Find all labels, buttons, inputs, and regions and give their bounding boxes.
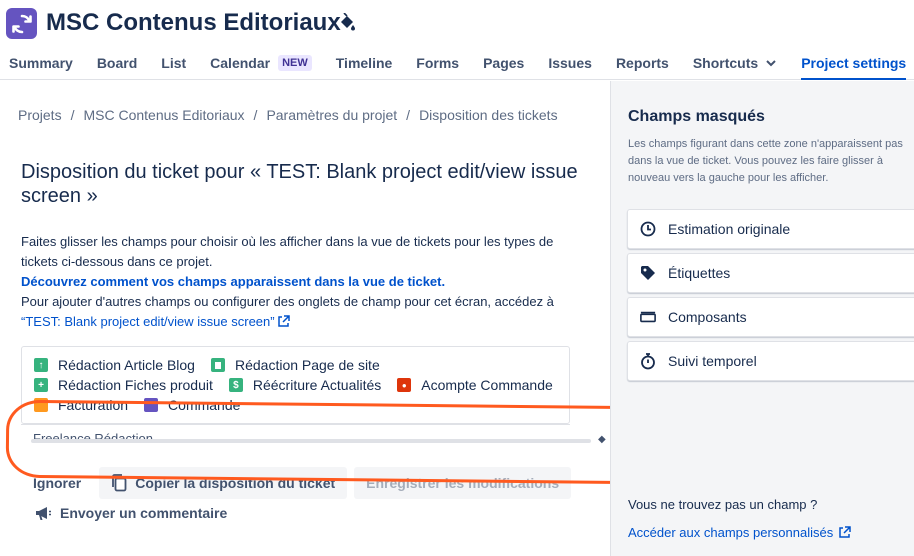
- plus-icon: +: [34, 378, 48, 392]
- hidden-fields-title: Champs masqués: [628, 108, 765, 125]
- breadcrumb-separator: /: [253, 107, 258, 123]
- paint-bucket-icon[interactable]: [338, 13, 356, 33]
- megaphone-icon: [36, 507, 51, 520]
- issue-view-help-link[interactable]: Découvrez comment vos champs apparaissen…: [21, 272, 581, 292]
- issue-type-item: ↑ Rédaction Article Blog: [34, 357, 195, 373]
- refresh-icon: [11, 14, 32, 33]
- tab-label: Issues: [548, 55, 592, 71]
- tab-timeline[interactable]: Timeline: [336, 46, 393, 80]
- hidden-fields-description: Les champs figurant dans cette zone n'ap…: [628, 138, 903, 184]
- project-title: MSC Contenus Editoriaux: [46, 9, 341, 36]
- annotation-circle: [5, 399, 657, 485]
- custom-fields-link[interactable]: Accéder aux champs personnalisés: [628, 525, 851, 540]
- story-icon: ↑: [34, 358, 48, 372]
- tab-shortcuts[interactable]: Shortcuts: [693, 46, 777, 80]
- tab-forms[interactable]: Forms: [416, 46, 459, 80]
- tab-label: Pages: [483, 55, 525, 71]
- tab-label: Shortcuts: [692, 55, 759, 71]
- stopwatch-icon: [640, 352, 656, 369]
- send-feedback-label: Envoyer un commentaire: [60, 505, 228, 521]
- custom-fields-link-label: Accéder aux champs personnalisés: [628, 525, 834, 540]
- hidden-fields-panel: Champs masqués Les champs figurant dans …: [610, 81, 914, 556]
- page-description: Faites glisser les champs pour choisir o…: [21, 232, 581, 332]
- tab-label: Calendar: [210, 55, 271, 71]
- tab-issues[interactable]: Issues: [548, 46, 592, 80]
- tab-label: Timeline: [335, 55, 393, 71]
- clock-icon: [640, 221, 656, 237]
- hidden-field-labels[interactable]: Étiquettes: [627, 253, 914, 293]
- tab-label: List: [161, 55, 187, 71]
- bookmark-icon: [210, 358, 225, 372]
- send-feedback-button[interactable]: Envoyer un commentaire: [34, 505, 227, 521]
- chevron-down-icon: [766, 60, 776, 67]
- dollar-icon: $: [228, 378, 243, 392]
- description-screen-line: Pour ajouter d'autres champs ou configur…: [21, 292, 581, 332]
- issue-types-row: + Rédaction Fiches produit $ Réécriture Ac…: [34, 377, 569, 393]
- breadcrumb-current: Disposition des tickets: [419, 107, 558, 123]
- tab-label: Board: [96, 55, 138, 71]
- external-link-icon: [839, 526, 851, 538]
- new-badge: NEW: [278, 55, 312, 71]
- breadcrumb-separator: /: [70, 107, 75, 123]
- issue-type-item: Rédaction Page de site: [210, 357, 380, 373]
- component-icon: [640, 309, 656, 325]
- issue-layout-main: Projets / MSC Contenus Editoriaux / Paramètr…: [0, 81, 610, 556]
- description-text: Pour ajouter d'autres champs ou configur…: [21, 294, 554, 309]
- hidden-field-label: Suivi temporel: [668, 353, 757, 369]
- issue-type-item: ● Acompte Commande: [397, 377, 553, 393]
- tab-pages[interactable]: Pages: [483, 46, 524, 80]
- tab-project-settings[interactable]: Project settings: [801, 46, 907, 80]
- tab-label: Project settings: [801, 55, 907, 71]
- issue-type-item: + Rédaction Fiches produit: [34, 377, 213, 393]
- tab-board[interactable]: Board: [97, 46, 137, 80]
- issue-type-label: Rédaction Article Blog: [58, 357, 195, 373]
- project-nav: Summary Board List Calendar NEW Timeline …: [0, 46, 907, 80]
- project-header: MSC Contenus Editoriaux Summary Board Li…: [0, 0, 914, 80]
- breadcrumb-separator: /: [406, 107, 411, 123]
- hidden-field-components[interactable]: Composants: [627, 297, 914, 337]
- screen-link[interactable]: “TEST: Blank project edit/view issue scr…: [21, 314, 275, 329]
- breadcrumb-projects[interactable]: Projets: [18, 107, 62, 123]
- hidden-field-time-tracking[interactable]: Suivi temporel: [627, 341, 914, 381]
- tab-list[interactable]: List: [161, 46, 186, 80]
- page-title: Disposition du ticket pour « TEST: Blank…: [21, 161, 578, 207]
- breadcrumb: Projets / MSC Contenus Editoriaux / Paramètr…: [18, 107, 558, 123]
- hidden-field-original-estimate[interactable]: Estimation originale: [627, 209, 914, 249]
- tab-label: Summary: [9, 55, 73, 71]
- issue-type-label: Rédaction Fiches produit: [58, 377, 213, 393]
- breadcrumb-project[interactable]: MSC Contenus Editoriaux: [83, 107, 244, 123]
- issue-type-item: $ Réécriture Actualités: [228, 377, 382, 393]
- tab-label: Forms: [416, 55, 460, 71]
- issue-types-row: ↑ Rédaction Article Blog Rédaction Page d…: [34, 357, 396, 373]
- breadcrumb-settings[interactable]: Paramètres du projet: [266, 107, 397, 123]
- tab-label: Reports: [615, 55, 669, 71]
- description-text: Faites glisser les champs pour choisir o…: [21, 234, 554, 269]
- tab-reports[interactable]: Reports: [616, 46, 669, 80]
- tab-summary[interactable]: Summary: [9, 46, 73, 80]
- external-link-icon[interactable]: [277, 315, 290, 328]
- hidden-field-label: Estimation originale: [668, 221, 791, 237]
- record-icon: ●: [397, 378, 412, 392]
- project-avatar[interactable]: [6, 8, 37, 39]
- issue-type-label: Acompte Commande: [421, 377, 553, 393]
- issue-type-label: Réécriture Actualités: [252, 377, 382, 393]
- tag-icon: [640, 265, 656, 281]
- issue-type-label: Rédaction Page de site: [234, 357, 380, 373]
- hidden-field-label: Composants: [668, 309, 747, 325]
- hidden-field-label: Étiquettes: [668, 265, 731, 281]
- tab-calendar[interactable]: Calendar NEW: [210, 46, 312, 80]
- missing-field-text: Vous ne trouvez pas un champ ?: [628, 497, 818, 512]
